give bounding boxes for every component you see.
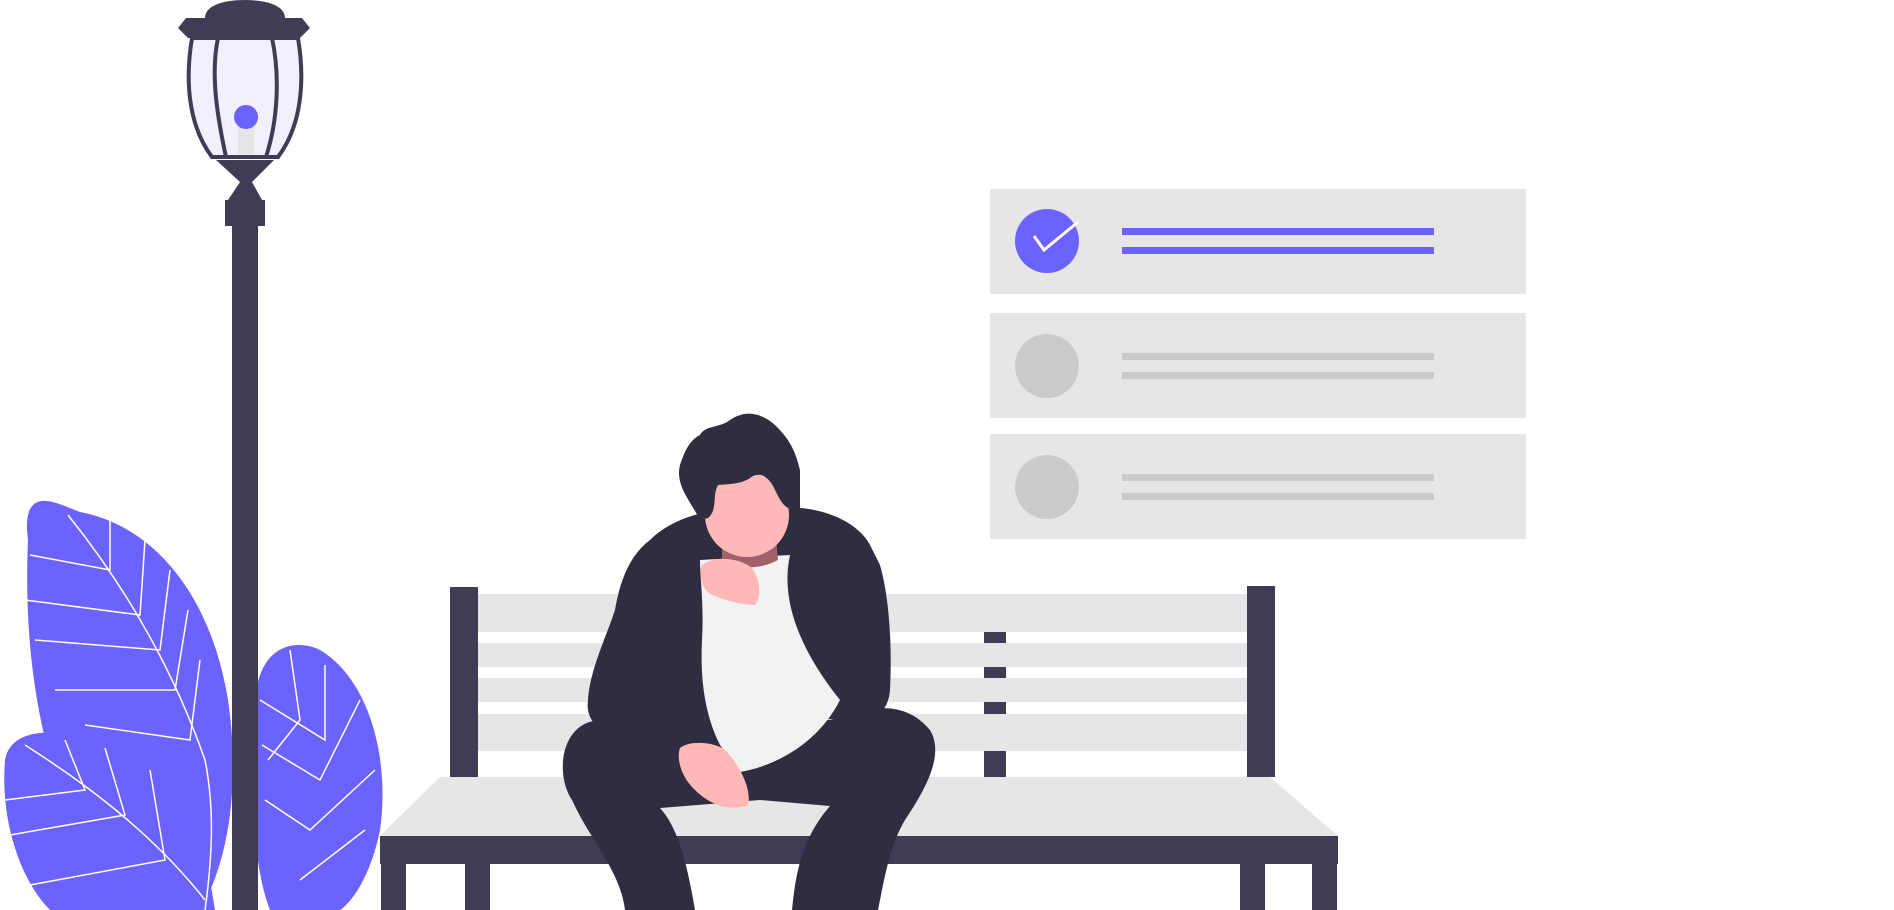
- illustration-canvas: [4, 0, 1526, 910]
- bench-spacer: [984, 632, 1006, 643]
- checklist-line: [1122, 247, 1434, 254]
- bench-post-left: [450, 587, 478, 777]
- plant-leaf-right: [252, 645, 383, 910]
- bench-spacer: [984, 702, 1006, 714]
- task-checklist: [990, 189, 1526, 539]
- bench-spacer: [984, 667, 1006, 678]
- checklist-line: [1122, 474, 1434, 481]
- bench-leg: [1240, 860, 1265, 910]
- bench-spacer: [984, 751, 1006, 777]
- bench-leg: [465, 860, 490, 910]
- checklist-item-unchecked: [990, 434, 1526, 539]
- checklist-line: [1122, 353, 1434, 360]
- checklist-item-checked: [990, 189, 1526, 294]
- circle-placeholder-icon: [1015, 455, 1079, 519]
- bench-leg: [381, 860, 406, 910]
- bench-post-right: [1247, 586, 1275, 777]
- circle-placeholder-icon: [1015, 334, 1079, 398]
- lamp-bulb: [234, 105, 258, 129]
- checklist-line: [1122, 372, 1434, 379]
- checklist-item-unchecked: [990, 313, 1526, 418]
- lamp-roof: [178, 0, 310, 38]
- checklist-line: [1122, 228, 1434, 235]
- plant-leaves: [4, 500, 383, 910]
- check-circle-icon: [1015, 209, 1079, 273]
- bench-leg: [1312, 860, 1337, 910]
- lamp-neck: [216, 160, 274, 200]
- lamp-post-collar: [225, 200, 265, 226]
- lamp-post: [232, 215, 258, 910]
- checklist-line: [1122, 493, 1434, 500]
